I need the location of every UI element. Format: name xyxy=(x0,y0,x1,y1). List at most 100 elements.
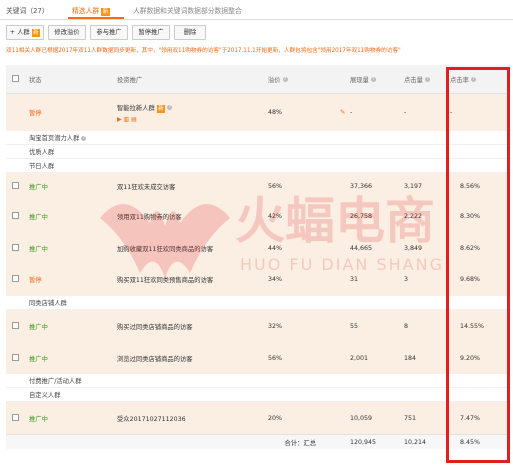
row-checkbox[interactable] xyxy=(12,353,19,361)
group-label[interactable]: 优质人群 xyxy=(29,144,510,159)
crowd-name-line: 智能拉新人群新? xyxy=(117,103,268,113)
table-row: 推广中 双11狂欢未成交访客 56% 37,366 3,197 8.56% xyxy=(6,172,510,200)
ctr-value: 14.55% xyxy=(442,309,510,342)
tab-data-merge[interactable]: 人群数据和关键词数据部分数据整合 xyxy=(133,5,242,15)
row-checkbox[interactable] xyxy=(12,182,19,189)
crowd-name: 购买双11狂欢同类预售商品的访客 xyxy=(117,263,268,296)
premium-value: 48% xyxy=(268,109,282,116)
select-all-checkbox[interactable] xyxy=(12,74,19,82)
delete-button[interactable]: 删除 xyxy=(174,25,206,40)
clicks-value: 8 xyxy=(404,309,442,342)
cell xyxy=(6,158,29,173)
row-checkbox[interactable] xyxy=(12,321,19,329)
status-text: 推广中 xyxy=(29,309,117,342)
group-label[interactable]: 同类店铺人群 xyxy=(29,296,510,310)
header-ctr-label: 点击率 xyxy=(450,76,469,84)
active-tab-underline xyxy=(68,17,124,19)
group-label[interactable]: 付费推广/活动人群 xyxy=(29,374,510,388)
row-checkbox[interactable] xyxy=(12,413,19,421)
cell xyxy=(29,434,117,449)
total-clicks: 10,214 xyxy=(404,434,442,449)
row-checkbox-cell xyxy=(6,263,29,296)
tab-keywords[interactable]: 关键词（27） xyxy=(6,5,49,15)
ctr-value: 9.68% xyxy=(442,263,510,296)
help-icon: ? xyxy=(282,77,288,82)
group-row: 付费推广/活动人群 xyxy=(6,374,510,388)
header-impressions[interactable]: 展现量? xyxy=(350,65,404,94)
header-clicks[interactable]: 点击量? xyxy=(404,65,442,94)
impressions-value: 37,366 xyxy=(350,172,404,200)
add-crowd-label: 人群 xyxy=(17,29,30,36)
crowd-table: 状态 投资推广 溢价? 展现量? 点击量? 点击率? 暂停 智能拉新人群新? ▶… xyxy=(6,65,510,449)
table-row: 推广中 购买过同类店铺商品的访客 32% 55 8 14.55% xyxy=(6,309,510,342)
row-checkbox[interactable] xyxy=(12,243,19,251)
group-row: 同类店铺人群 xyxy=(6,296,510,310)
status-text: 推广中 xyxy=(29,172,117,200)
clicks-value: 3 xyxy=(404,263,442,296)
group-row: 优质人群 xyxy=(6,144,510,159)
impressions-value: 55 xyxy=(350,309,404,342)
crowd-name: 双11狂欢未成交访客 xyxy=(117,172,268,200)
edit-pencil-icon[interactable]: ✎ xyxy=(340,109,345,116)
help-icon: ? xyxy=(167,105,173,110)
row-checkbox-cell xyxy=(6,342,29,374)
cell xyxy=(6,434,29,449)
table-row: 推广中 浏览过同类店铺商品的访客 56% 2,001 184 9.20% xyxy=(6,342,510,374)
crowd-name: 加购收藏双11狂欢同类商品的访客 xyxy=(117,233,268,263)
new-badge: 新 xyxy=(101,8,110,16)
group-label[interactable]: 淘宝首页潜力人群? xyxy=(29,131,510,145)
tab-selected-crowds[interactable]: 精选人群新 xyxy=(72,5,110,16)
header-checkbox-cell xyxy=(6,65,29,94)
crowd-name: 购买过同类店铺商品的访客 xyxy=(117,309,268,342)
crowd-name: 智能拉新人群 xyxy=(117,104,155,112)
row-checkbox[interactable] xyxy=(12,275,19,282)
play-icon[interactable]: ▶ xyxy=(117,116,122,123)
ctr-value: - xyxy=(442,93,510,131)
group-label[interactable]: 自定义人群 xyxy=(29,387,510,402)
tab-selected-crowds-label: 精选人群 xyxy=(72,7,100,15)
group-row: 自定义人群 xyxy=(6,387,510,402)
status-text: 推广中 xyxy=(29,233,117,263)
crowd-name: 浏览过同类店铺商品的访客 xyxy=(117,342,268,374)
header-ctr[interactable]: 点击率? xyxy=(442,65,510,94)
group-row: 淘宝首页潜力人群? xyxy=(6,131,510,145)
impressions-value: 10,059 xyxy=(350,401,404,435)
premium-value: 34% xyxy=(268,263,350,296)
new-badge: 新 xyxy=(156,104,166,113)
header-status: 状态 xyxy=(29,65,117,94)
impressions-value: 26,758 xyxy=(350,200,404,233)
status-text: 推广中 xyxy=(29,401,117,435)
join-promotion-button[interactable]: 参与推广 xyxy=(90,25,128,40)
clicks-value: 2,222 xyxy=(404,200,442,233)
total-row: 合计：汇总 120,945 10,214 8.45% xyxy=(6,434,510,449)
row-checkbox[interactable] xyxy=(12,212,19,219)
action-icons: ▶ ▥ ▤ xyxy=(117,116,268,123)
group-label[interactable]: 节日人群 xyxy=(29,158,510,173)
chart-icon[interactable]: ▥ xyxy=(124,116,130,123)
edit-premium-button[interactable]: 修改溢价 xyxy=(48,25,86,40)
add-crowd-button[interactable]: + 人群新 xyxy=(6,25,44,40)
clicks-value: - xyxy=(404,93,442,131)
impressions-value: 2,001 xyxy=(350,342,404,374)
clicks-value: 184 xyxy=(404,342,442,374)
premium-value: 56% xyxy=(268,342,350,374)
header-name: 投资推广 xyxy=(117,65,268,94)
impressions-value: - xyxy=(350,93,404,131)
premium-value: 44% xyxy=(268,233,350,263)
status-text: 推广中 xyxy=(29,342,117,374)
status-text: 暂停 xyxy=(29,93,117,131)
table-row: 推广中 受众20171027112036 20% 10,059 751 7.47… xyxy=(6,401,510,435)
cell xyxy=(6,387,29,402)
status-text: 推广中 xyxy=(29,200,117,233)
total-impressions: 120,945 xyxy=(350,434,404,449)
cell xyxy=(6,296,29,310)
smart-crowd-row: 暂停 智能拉新人群新? ▶ ▥ ▤ 48% ✎ - - - xyxy=(6,93,510,131)
report-icon[interactable]: ▤ xyxy=(131,116,137,123)
row-checkbox-cell xyxy=(6,401,29,435)
pause-promotion-button[interactable]: 暂停推广 xyxy=(132,25,170,40)
table-header: 状态 投资推广 溢价? 展现量? 点击量? 点击率? xyxy=(6,65,510,94)
header-premium[interactable]: 溢价? xyxy=(268,65,350,94)
cell xyxy=(6,131,29,145)
row-checkbox-cell xyxy=(6,172,29,200)
update-notice: 双11相关人群已根据2017年双11人群数据同步更新，其中，"领用双11购物券的… xyxy=(6,48,401,54)
